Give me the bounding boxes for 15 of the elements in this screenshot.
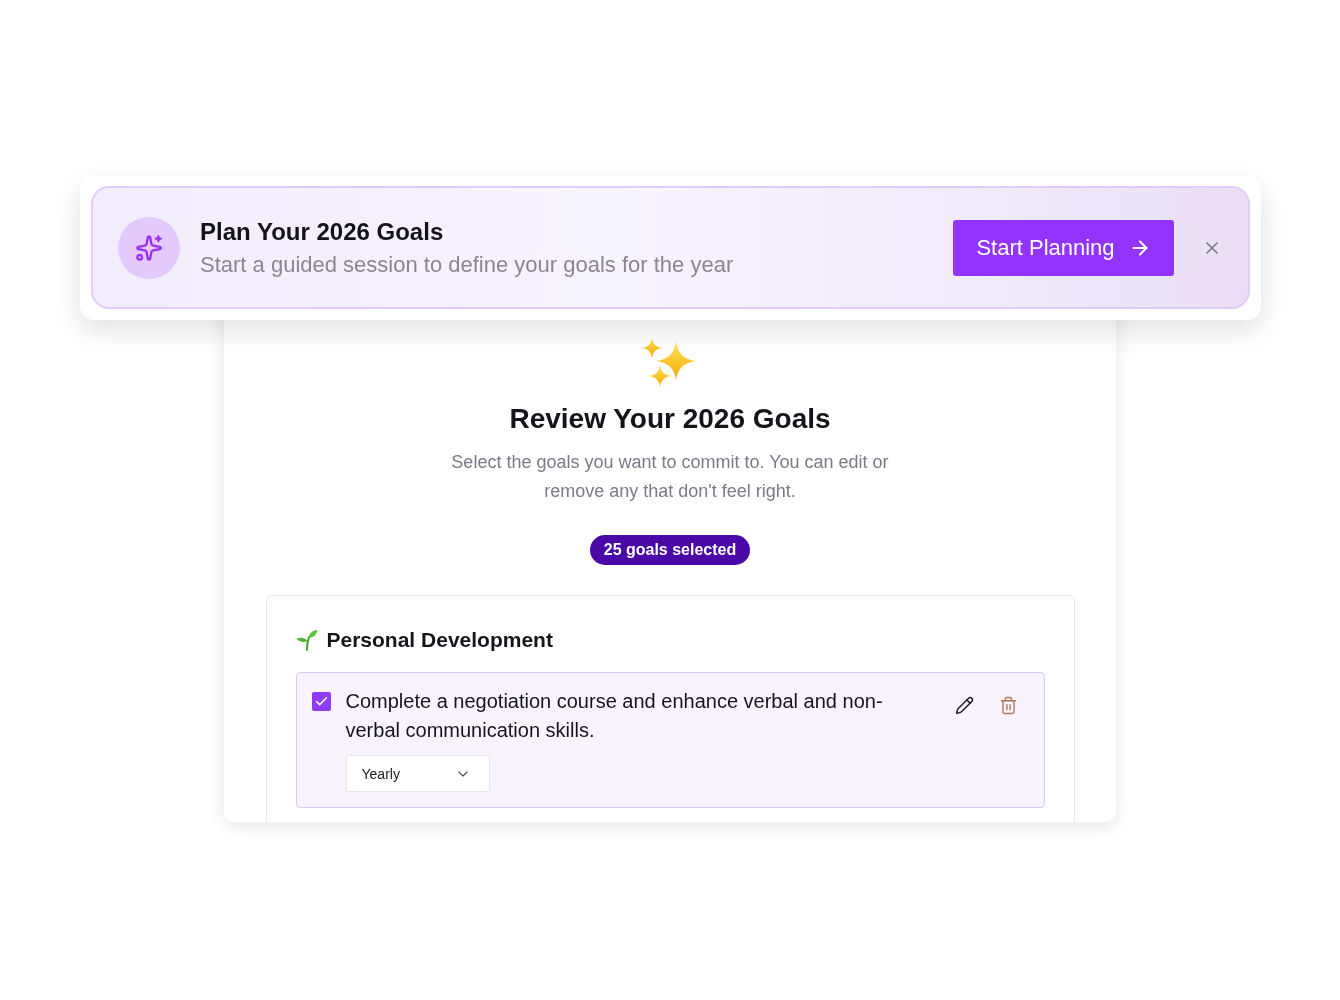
goal-checkbox[interactable]	[311, 692, 331, 711]
selected-count-badge: 25 goals selected	[589, 535, 751, 565]
delete-button[interactable]	[998, 695, 1019, 715]
review-description: Select the goals you want to commit to. You can edit or remove any that don't feel right.	[450, 451, 890, 503]
frequency-select[interactable]: Yearly	[345, 755, 490, 792]
pencil-icon	[955, 695, 974, 715]
banner-subtitle: Start a guided session to define your goals for the year	[200, 250, 735, 279]
start-planning-button[interactable]: Start Planning	[953, 219, 1174, 276]
seedling-icon	[295, 629, 318, 651]
trash-icon	[999, 695, 1018, 715]
banner-title: Plan Your 2026 Goals	[200, 216, 445, 247]
edit-button[interactable]	[954, 695, 975, 715]
goal-text: Complete a negotiation course and enhance verbal and non-verbal communication skills.	[345, 689, 884, 743]
section-title: Personal Development	[326, 627, 553, 653]
review-title: Review Your 2026 Goals	[509, 402, 831, 436]
